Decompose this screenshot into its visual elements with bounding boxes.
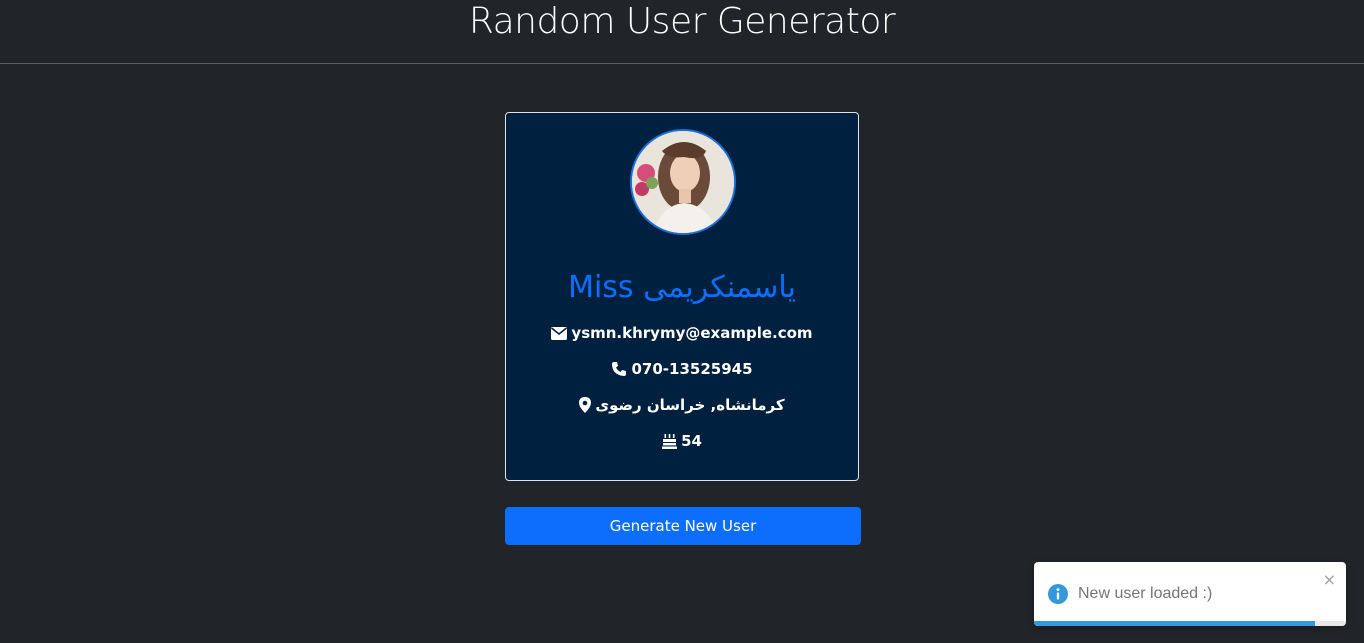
user-name: Miss یاسمنکریمی (568, 270, 796, 305)
map-marker-icon (579, 397, 592, 413)
toast-progress-bar (1034, 621, 1315, 626)
location-row: کرمانشاه, خراسان رضوی (506, 395, 858, 415)
user-location: کرمانشاه, خراسان رضوی (595, 396, 785, 414)
user-phone: 070-13525945 (631, 360, 753, 378)
email-row: ysmn.khrymy@example.com (506, 323, 858, 343)
user-age: 54 (681, 432, 702, 450)
phone-icon (611, 361, 627, 377)
close-icon[interactable]: × (1323, 572, 1336, 588)
birthday-cake-icon (662, 433, 678, 449)
page-title: Random User Generator (468, 1, 896, 42)
page-header: Random User Generator (0, 0, 1364, 64)
toast-notification: New user loaded :) × (1034, 562, 1346, 626)
toast-progress-track (1034, 621, 1346, 626)
user-card: Miss یاسمنکریمی ysmn.khrymy@example.com … (505, 112, 859, 481)
phone-row: 070-13525945 (506, 359, 858, 379)
toast-message: New user loaded :) (1078, 585, 1213, 602)
user-email: ysmn.khrymy@example.com (571, 324, 813, 342)
envelope-icon (551, 326, 568, 340)
user-avatar (630, 129, 736, 235)
info-icon (1048, 584, 1068, 604)
age-row: 54 (506, 431, 858, 451)
generate-new-user-button[interactable]: Generate New User (505, 507, 861, 545)
